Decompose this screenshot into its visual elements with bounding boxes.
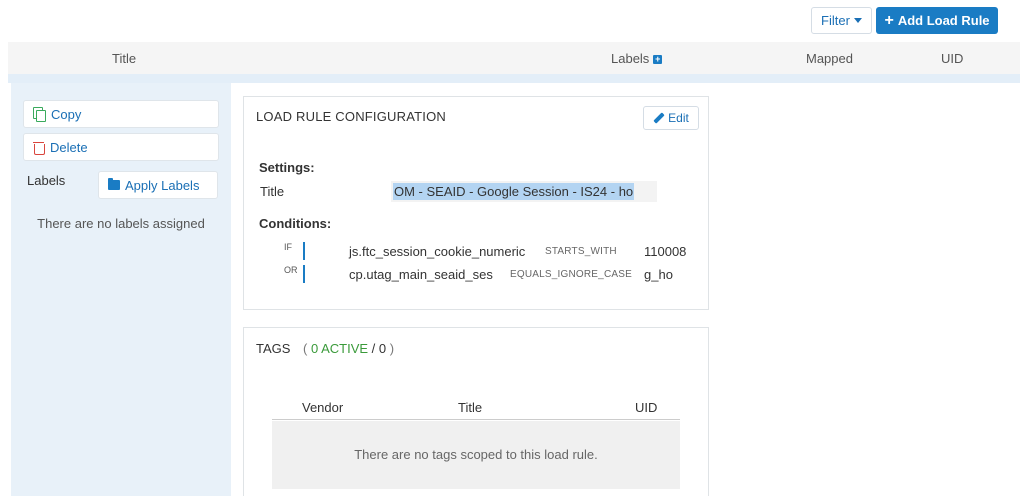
trash-icon [33, 141, 45, 155]
condition-bar [303, 265, 305, 283]
labels-header-text: Labels [611, 51, 650, 66]
tags-close-paren: ) [389, 341, 395, 356]
top-toolbar: Filter + Add Load Rule [0, 0, 1020, 42]
configuration-heading: LOAD RULE CONFIGURATION [256, 109, 446, 124]
settings-heading: Settings: [259, 160, 315, 175]
condition-variable: cp.utag_main_seaid_ses [349, 267, 493, 282]
detail-sidebar: Copy Delete Labels Apply Labels There ar… [11, 83, 231, 496]
condition-value: 110008 [644, 244, 687, 259]
plus-icon: + [884, 11, 894, 29]
title-field-label: Title [260, 184, 285, 199]
add-load-rule-label: Add Load Rule [897, 13, 990, 28]
apply-labels-label: Apply Labels [125, 177, 200, 193]
load-rule-detail-panel: Copy Delete Labels Apply Labels There ar… [8, 83, 1020, 496]
condition-operator: OR [284, 265, 298, 275]
title-field-value[interactable]: OM - SEAID - Google Session - IS24 - ho [391, 181, 657, 202]
add-label-plus-icon[interactable]: + [653, 55, 663, 64]
title-value-text: OM - SEAID - Google Session - IS24 - ho [393, 183, 635, 200]
condition-comparator: EQUALS_IGNORE_CASE [510, 269, 632, 280]
tags-table-header: Vendor Title UID [272, 392, 680, 420]
condition-variable: js.ftc_session_cookie_numeric [349, 244, 526, 259]
condition-comparator: STARTS_WITH [545, 246, 617, 257]
folder-icon [108, 178, 120, 190]
no-labels-message: There are no labels assigned [37, 216, 205, 231]
load-rules-table-header: Title Labels + Mapped UID [8, 42, 1020, 74]
tags-column-vendor: Vendor [302, 400, 344, 415]
copy-button[interactable]: Copy [23, 100, 219, 128]
selected-row-stripe[interactable] [8, 74, 1020, 83]
tags-column-uid: UID [635, 400, 658, 415]
labels-heading: Labels [27, 173, 66, 188]
caret-down-icon [853, 18, 862, 23]
filter-label: Filter [821, 13, 850, 28]
delete-label: Delete [50, 139, 88, 155]
condition-value: g_ho [644, 267, 673, 282]
tags-total-count: 0 [378, 341, 387, 356]
tags-heading: TAGS [256, 341, 291, 356]
load-rule-configuration-card: LOAD RULE CONFIGURATION Edit Settings: T… [243, 96, 709, 310]
tags-card: TAGS ( 0 ACTIVE / 0 ) Vendor Title UID T… [243, 327, 709, 496]
tags-count: ( 0 ACTIVE / 0 ) [303, 341, 394, 356]
column-header-mapped[interactable]: Mapped [806, 51, 853, 66]
tags-column-title: Title [458, 400, 483, 415]
tags-slash: / [371, 341, 376, 356]
pencil-icon [653, 113, 664, 124]
edit-label: Edit [668, 111, 689, 125]
copy-label: Copy [51, 106, 82, 122]
add-load-rule-button[interactable]: + Add Load Rule [876, 7, 998, 34]
tags-active-count: 0 ACTIVE [310, 341, 369, 356]
copy-icon [33, 107, 46, 122]
filter-button[interactable]: Filter [811, 7, 872, 34]
tags-open-paren: ( [303, 341, 308, 356]
edit-button[interactable]: Edit [643, 106, 699, 130]
condition-operator: IF [284, 242, 292, 252]
tags-empty-message: There are no tags scoped to this load ru… [272, 421, 680, 489]
apply-labels-button[interactable]: Apply Labels [98, 171, 218, 199]
column-gutter [231, 83, 239, 496]
delete-button[interactable]: Delete [23, 133, 219, 161]
conditions-heading: Conditions: [259, 216, 332, 231]
column-header-labels[interactable]: Labels + [611, 51, 663, 66]
condition-bar [303, 242, 305, 260]
column-header-title[interactable]: Title [112, 51, 136, 66]
column-header-uid[interactable]: UID [941, 51, 963, 66]
